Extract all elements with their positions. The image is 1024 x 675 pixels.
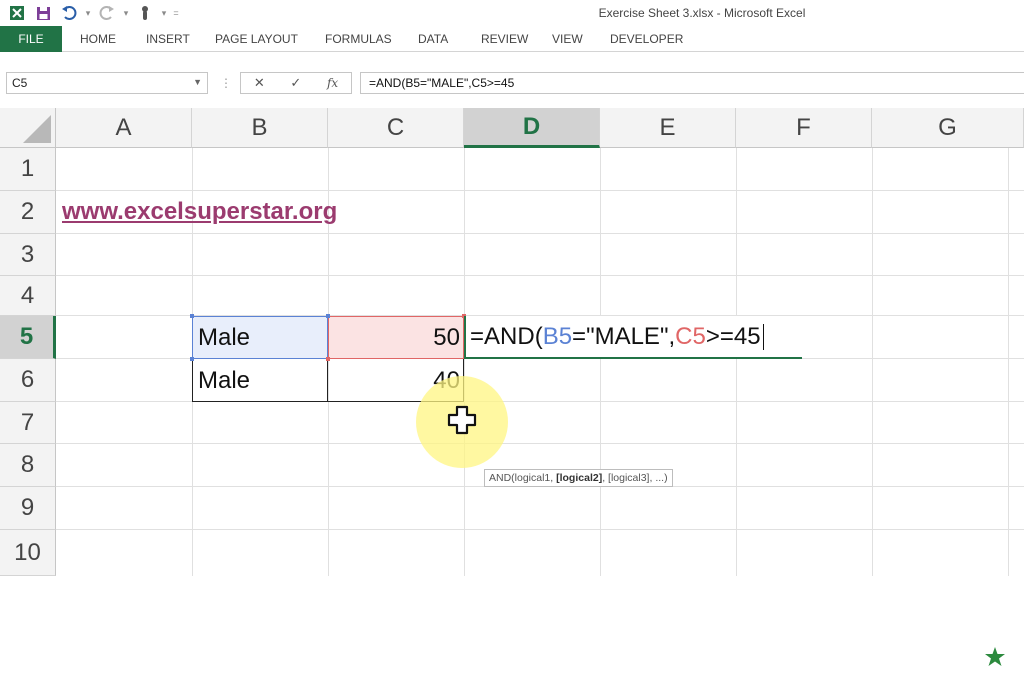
- row-header-6[interactable]: 6: [0, 359, 56, 402]
- gridline: [56, 190, 1024, 191]
- gridline: [464, 148, 465, 576]
- row-header-1[interactable]: 1: [0, 148, 56, 191]
- column-header-b[interactable]: B: [192, 108, 328, 148]
- edit-ref-c5: C5: [675, 322, 706, 350]
- column-header-a[interactable]: A: [56, 108, 192, 148]
- gridline: [736, 148, 737, 576]
- cell-b6-value: Male: [198, 366, 251, 394]
- cell-d5-editor[interactable]: =AND(B5 ="MALE", C5 >=45: [464, 316, 802, 359]
- tab-formulas[interactable]: FORMULAS: [325, 26, 392, 52]
- column-header-e[interactable]: E: [600, 108, 736, 148]
- row-header-7[interactable]: 7: [0, 402, 56, 444]
- gridline: [872, 148, 873, 576]
- gridline: [600, 148, 601, 576]
- cell-b5-value: Male: [198, 323, 251, 351]
- name-box-dropdown-icon[interactable]: ▼: [193, 77, 202, 87]
- worksheet-grid[interactable]: A B C D E F G 1 2 3 4 5 6 7 8 9 10 www.e…: [0, 108, 1024, 666]
- gridline: [56, 443, 1024, 444]
- row-header-10[interactable]: 10: [0, 530, 56, 576]
- row-header-2[interactable]: 2: [0, 191, 56, 234]
- gridline: [56, 233, 1024, 234]
- column-header-g[interactable]: G: [872, 108, 1024, 148]
- excel-superstar-logo-icon: [983, 646, 1007, 670]
- title-bar: ▾ ▾ ▾ = Exercise Sheet 3.xlsx - Microsof…: [0, 0, 1024, 26]
- insert-function-icon[interactable]: fx: [327, 76, 338, 90]
- formula-text: =AND(B5="MALE",C5>=45: [369, 76, 515, 90]
- edit-text-part: >=45: [705, 322, 761, 350]
- gridline: [56, 529, 1024, 530]
- formula-input[interactable]: =AND(B5="MALE",C5>=45: [360, 72, 1024, 94]
- window-title: Exercise Sheet 3.xlsx - Microsoft Excel: [598, 6, 806, 20]
- range-handle[interactable]: [190, 314, 194, 318]
- tooltip-prefix: AND(logical1,: [489, 472, 557, 484]
- formula-buttons: ✕ ✓ fx: [240, 72, 352, 94]
- tab-insert[interactable]: INSERT: [146, 26, 190, 52]
- tab-home[interactable]: HOME: [80, 26, 116, 52]
- range-handle[interactable]: [190, 357, 194, 361]
- row-header-4[interactable]: 4: [0, 276, 56, 316]
- edit-text-part: ="MALE",: [572, 322, 676, 350]
- ribbon-tabs: FILE HOME INSERT PAGE LAYOUT FORMULAS DA…: [0, 26, 1024, 52]
- tooltip-suffix: , [logical3], ...): [602, 472, 668, 484]
- enter-icon[interactable]: ✓: [290, 75, 301, 91]
- gridline: [1008, 148, 1009, 576]
- row-header-3[interactable]: 3: [0, 234, 56, 276]
- select-all-button[interactable]: [0, 108, 56, 148]
- column-header-d[interactable]: D: [464, 108, 600, 148]
- function-tooltip[interactable]: AND(logical1, [logical2], [logical3], ..…: [484, 469, 673, 487]
- tab-page-layout[interactable]: PAGE LAYOUT: [215, 26, 298, 52]
- row-header-9[interactable]: 9: [0, 487, 56, 530]
- row-header-5[interactable]: 5: [0, 316, 56, 359]
- name-box[interactable]: C5 ▼: [6, 72, 208, 94]
- cancel-icon[interactable]: ✕: [254, 75, 265, 91]
- tab-file[interactable]: FILE: [0, 26, 62, 52]
- tooltip-current-arg: [logical2]: [556, 472, 603, 484]
- text-caret: [762, 323, 764, 350]
- tab-developer[interactable]: DEVELOPER: [610, 26, 683, 52]
- column-header-f[interactable]: F: [736, 108, 872, 148]
- cell-select-cursor-icon: [447, 405, 477, 435]
- tab-review[interactable]: REVIEW: [481, 26, 528, 52]
- tab-data[interactable]: DATA: [418, 26, 448, 52]
- tab-view[interactable]: VIEW: [552, 26, 583, 52]
- edit-ref-b5: B5: [542, 322, 573, 350]
- row-header-8[interactable]: 8: [0, 444, 56, 487]
- edit-text-part: =AND(: [470, 322, 543, 350]
- formula-bar-area: C5 ▼ ⋮ ✕ ✓ fx =AND(B5="MALE",C5>=45: [0, 52, 1024, 108]
- website-link[interactable]: www.excelsuperstar.org: [62, 198, 337, 226]
- gridline: [56, 275, 1024, 276]
- name-box-value: C5: [12, 76, 28, 90]
- cell-c5-value: 50: [433, 323, 460, 351]
- formula-bar-grip-icon[interactable]: ⋮: [220, 72, 232, 94]
- column-header-c[interactable]: C: [328, 108, 464, 148]
